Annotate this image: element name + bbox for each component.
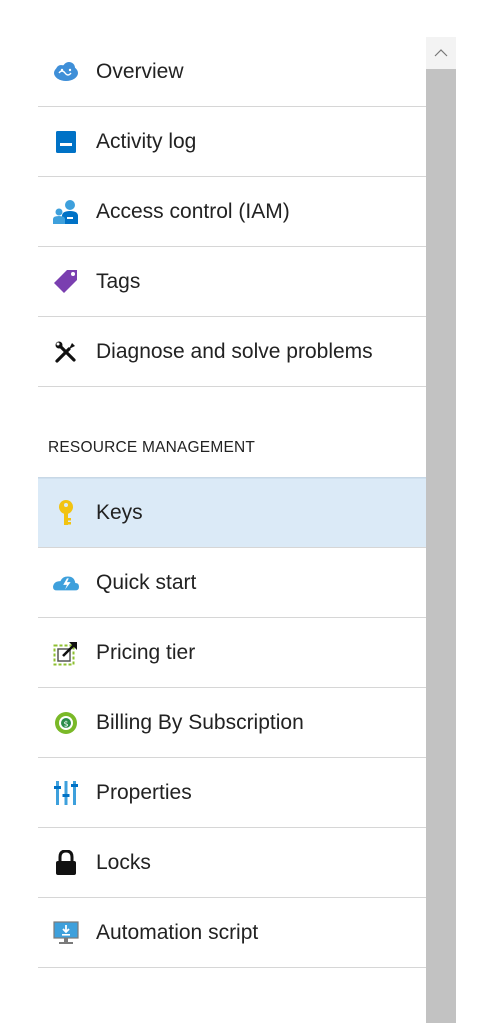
menu-item-label: Diagnose and solve problems	[96, 339, 373, 363]
key-icon	[53, 500, 79, 526]
menu-item-access-control[interactable]: Access control (IAM)	[38, 177, 426, 247]
quickstart-cloud-icon	[53, 570, 79, 596]
lock-icon	[53, 849, 79, 876]
section-title: RESOURCE MANAGEMENT	[48, 439, 256, 456]
scroll-up-button[interactable]	[426, 37, 456, 69]
cloud-brain-icon	[53, 59, 79, 85]
svg-text:$: $	[63, 719, 68, 728]
menu-item-label: Keys	[96, 501, 143, 524]
menu-item-overview[interactable]: Overview	[38, 37, 426, 107]
menu-item-label: Quick start	[96, 570, 197, 594]
chevron-up-icon	[434, 44, 448, 62]
menu-item-label: Pricing tier	[96, 640, 196, 664]
menu-item-label: Automation script	[96, 920, 259, 944]
menu-item-label: Access control (IAM)	[96, 199, 290, 223]
section-header-resource-management: RESOURCE MANAGEMENT	[38, 387, 426, 478]
menu-item-label: Tags	[96, 269, 141, 293]
resource-menu: Overview Activity log Access control (IA…	[38, 37, 426, 968]
menu-item-label: Billing By Subscription	[96, 710, 304, 734]
wrench-screwdriver-icon	[53, 339, 79, 365]
menu-item-label: Overview	[96, 59, 184, 83]
scrollbar-thumb[interactable]	[426, 69, 456, 1023]
menu-item-pricing-tier[interactable]: Pricing tier	[38, 618, 426, 688]
properties-icon	[53, 780, 79, 806]
menu-item-label: Activity log	[96, 129, 197, 153]
menu-item-quick-start[interactable]: Quick start	[38, 548, 426, 618]
menu-item-locks[interactable]: Locks	[38, 828, 426, 898]
tag-icon	[53, 269, 79, 295]
menu-item-automation-script[interactable]: Automation script	[38, 898, 426, 968]
menu-item-label: Properties	[96, 780, 192, 804]
menu-item-activity-log[interactable]: Activity log	[38, 107, 426, 177]
menu-item-diagnose[interactable]: Diagnose and solve problems	[38, 317, 426, 387]
pricing-tier-icon	[53, 640, 79, 666]
billing-icon: $	[53, 710, 79, 736]
menu-item-label: Locks	[96, 850, 151, 874]
people-icon	[53, 199, 79, 225]
vertical-scrollbar[interactable]	[426, 37, 456, 1023]
menu-item-billing[interactable]: $ Billing By Subscription	[38, 688, 426, 758]
activity-log-icon	[53, 129, 79, 155]
menu-item-properties[interactable]: Properties	[38, 758, 426, 828]
menu-item-tags[interactable]: Tags	[38, 247, 426, 317]
automation-script-icon	[53, 920, 79, 946]
menu-item-keys[interactable]: Keys	[38, 478, 426, 548]
